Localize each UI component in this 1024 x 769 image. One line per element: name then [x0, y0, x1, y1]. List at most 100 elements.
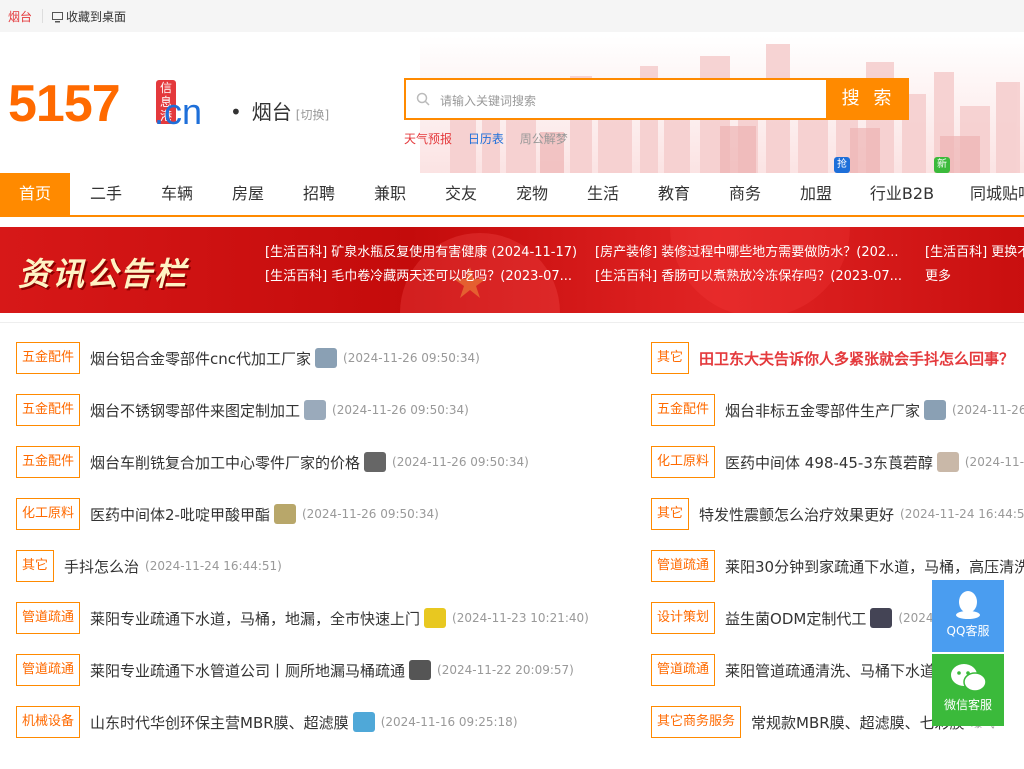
search-bar: 请输入关键词搜索 搜 索 — [404, 78, 909, 120]
listing-title[interactable]: 医药中间体2-吡啶甲酸甲酯 — [90, 504, 270, 525]
category-tag[interactable]: 五金配件 — [16, 342, 81, 374]
nav-pets[interactable]: 宠物 — [497, 173, 567, 215]
listing-time: (2024-11-26 09:50:34) — [392, 455, 529, 469]
city-name: 烟台 — [251, 100, 292, 124]
notice-item[interactable]: [生活百科] 更换不 — [925, 241, 1024, 260]
category-tag[interactable]: 管道疏通 — [651, 550, 716, 582]
listing-row[interactable]: 五金配件 烟台铝合金零部件cnc代加工厂家 (2024-11-26 09:50:34… — [16, 342, 480, 374]
listing-title[interactable]: 莱阳管道疏通清洗、马桶下水道 — [725, 660, 935, 681]
category-tag[interactable]: 五金配件 — [16, 446, 81, 478]
search-icon — [416, 92, 430, 106]
listing-title[interactable]: 山东时代华创环保主营MBR膜、超滤膜 — [90, 712, 349, 733]
listing-row[interactable]: 其它 特发性震颤怎么治疗效果更好 (2024-11-24 16:44:51) — [651, 498, 1024, 530]
listing-row[interactable]: 其它 手抖怎么治 (2024-11-24 16:44:51) — [16, 550, 282, 582]
category-tag[interactable]: 设计策划 — [651, 602, 716, 634]
category-tag[interactable]: 化工原料 — [651, 446, 716, 478]
listing-row[interactable]: 五金配件 烟台不锈钢零部件来图定制加工 (2024-11-26 09:50:34) — [16, 394, 469, 426]
category-tag[interactable]: 管道疏通 — [16, 654, 81, 686]
add-to-desktop-link[interactable]: 收藏到桌面 — [52, 8, 126, 25]
nav-education[interactable]: 教育 — [639, 173, 709, 215]
listing-title[interactable]: 烟台非标五金零部件生产厂家 — [725, 400, 920, 421]
wechat-service-button[interactable]: 微信客服 — [932, 654, 1004, 726]
nav-life[interactable]: 生活 — [568, 173, 638, 215]
nav-franchise[interactable]: 加盟 — [781, 173, 851, 215]
calendar-link[interactable]: 日历表 — [468, 132, 504, 146]
nav-vehicles[interactable]: 车辆 — [142, 173, 212, 215]
listing-time: (2024-11-16 09:25:18) — [380, 715, 518, 729]
notice-item[interactable]: [房产装修] 装修过程中哪些地方需要做防水？(202... — [595, 241, 899, 260]
switch-city-link[interactable]: [切换] — [296, 108, 329, 122]
current-city-link[interactable]: 烟台 — [8, 8, 32, 25]
category-tag[interactable]: 机械设备 — [16, 706, 81, 738]
header: 5157 信息港 .cn • 烟台 [切换] 请输入关键词搜索 搜 索 天气预报 日… — [0, 36, 1024, 174]
category-tag[interactable]: 其它商务服务 — [651, 706, 742, 738]
listing-thumbnail — [273, 504, 296, 524]
listing-section: 五金配件 烟台铝合金零部件cnc代加工厂家 (2024-11-26 09:50:34… — [0, 322, 1024, 769]
nav-forum[interactable]: 同城贴吧 — [962, 173, 1024, 215]
notice-more-link[interactable]: 更多 — [925, 265, 951, 284]
top-bar: 烟台 收藏到桌面 — [0, 0, 1024, 32]
listing-row[interactable]: 五金配件 烟台非标五金零部件生产厂家 (2024-11-26 — [651, 394, 1024, 426]
listing-title[interactable]: 烟台车削铣复合加工中心零件厂家的价格 — [90, 452, 360, 473]
listing-thumbnail — [936, 452, 959, 472]
category-tag[interactable]: 其它 — [16, 550, 55, 582]
listing-row[interactable]: 管道疏通 莱阳专业疏通下水管道公司丨厕所地漏马桶疏通 (2024-11-22 20:… — [16, 654, 574, 686]
qq-service-button[interactable]: QQ客服 — [932, 580, 1004, 652]
logo-number: 5157 — [8, 75, 121, 133]
listing-row[interactable]: 其它 田卫东大夫告诉你人多紧张就会手抖怎么回事？ — [651, 342, 1014, 374]
listing-title[interactable]: 田卫东大夫告诉你人多紧张就会手抖怎么回事？ — [699, 348, 1014, 369]
category-tag[interactable]: 化工原料 — [16, 498, 81, 530]
notice-item[interactable]: [生活百科] 毛巾卷冷藏两天还可以吃吗？(2023-07... — [265, 265, 572, 284]
nav-parttime[interactable]: 兼职 — [355, 173, 425, 215]
qq-service-label: QQ客服 — [946, 624, 990, 638]
listing-row[interactable]: 管道疏通 莱阳专业疏通下水道，马桶，地漏，全市快速上门 (2024-11-23 10… — [16, 602, 589, 634]
weather-link[interactable]: 天气预报 — [404, 132, 452, 146]
category-tag[interactable]: 其它 — [651, 498, 690, 530]
listing-thumbnail — [424, 608, 447, 628]
notice-item[interactable]: [生活百科] 香肠可以煮熟放冷冻保存吗？(2023-07... — [595, 265, 902, 284]
listing-title[interactable]: 莱阳专业疏通下水道，马桶，地漏，全市快速上门 — [90, 608, 420, 629]
add-to-desktop-label: 收藏到桌面 — [66, 10, 127, 24]
category-tag[interactable]: 五金配件 — [651, 394, 716, 426]
listing-title[interactable]: 烟台不锈钢零部件来图定制加工 — [90, 400, 300, 421]
listing-title[interactable]: 莱阳30分钟到家疏通下水道，马桶，高压清洗 — [725, 556, 1024, 577]
category-tag[interactable]: 其它 — [651, 342, 690, 374]
listing-time: (2024-11-24 16:44:51) — [145, 559, 282, 573]
listing-title[interactable]: 医药中间体 498-45-3东莨菪醇 — [725, 452, 933, 473]
listing-thumbnail — [924, 400, 947, 420]
nav-business[interactable]: 商务 — [710, 173, 780, 215]
listing-row[interactable]: 化工原料 医药中间体 498-45-3东莨菪醇 (2024-11- — [651, 446, 1024, 478]
nav-jobs[interactable]: 招聘 — [284, 173, 354, 215]
search-button[interactable]: 搜 索 — [828, 78, 909, 120]
nav-housing[interactable]: 房屋 — [213, 173, 283, 215]
nav-home[interactable]: 首页 — [0, 173, 70, 215]
city-selector: • 烟台 [切换] — [230, 96, 329, 125]
listing-title[interactable]: 特发性震颤怎么治疗效果更好 — [699, 504, 894, 525]
nav-secondhand[interactable]: 二手 — [71, 173, 141, 215]
listing-time: (2024-11- — [964, 455, 1024, 469]
listing-row[interactable]: 设计策划 益生菌ODM定制代工 (2024- — [651, 602, 938, 634]
listing-row[interactable]: 机械设备 山东时代华创环保主营MBR膜、超滤膜 (2024-11-16 09:25:… — [16, 706, 518, 738]
category-tag[interactable]: 五金配件 — [16, 394, 81, 426]
listing-row[interactable]: 管道疏通莱阳管道疏通清洗、马桶下水道理化 — [651, 654, 965, 686]
listing-row[interactable]: 五金配件 烟台车削铣复合加工中心零件厂家的价格 (2024-11-26 09:50:… — [16, 446, 529, 478]
search-placeholder: 请输入关键词搜索 — [440, 94, 537, 108]
category-tag[interactable]: 管道疏通 — [651, 654, 716, 686]
listing-time: (2024-11-24 16:44:51) — [900, 507, 1024, 521]
search-input[interactable]: 请输入关键词搜索 — [404, 78, 828, 120]
listing-thumbnail — [870, 608, 893, 628]
listing-time: (2024-11-26 — [952, 403, 1024, 417]
nav-b2b[interactable]: 行业B2B — [862, 173, 942, 215]
nav-dating[interactable]: 交友 — [426, 173, 496, 215]
listing-title[interactable]: 烟台铝合金零部件cnc代加工厂家 — [90, 348, 311, 369]
listing-title[interactable]: 手抖怎么治 — [64, 556, 139, 577]
notice-item[interactable]: [生活百科] 矿泉水瓶反复使用有害健康 (2024-11-17) — [265, 241, 577, 260]
listing-row[interactable]: 化工原料 医药中间体2-吡啶甲酸甲酯 (2024-11-26 09:50:34) — [16, 498, 439, 530]
listing-title[interactable]: 莱阳专业疏通下水管道公司丨厕所地漏马桶疏通 — [90, 660, 405, 681]
quick-links: 天气预报 日历表 周公解梦 — [404, 130, 580, 147]
category-tag[interactable]: 管道疏通 — [16, 602, 81, 634]
new-tag-icon: 新 — [934, 157, 950, 173]
listing-row[interactable]: 管道疏通 莱阳30分钟到家疏通下水道，马桶，高压清洗 — [651, 550, 1024, 582]
listing-title[interactable]: 益生菌ODM定制代工 — [725, 608, 866, 629]
dream-interpretation-link[interactable]: 周公解梦 — [520, 132, 568, 146]
